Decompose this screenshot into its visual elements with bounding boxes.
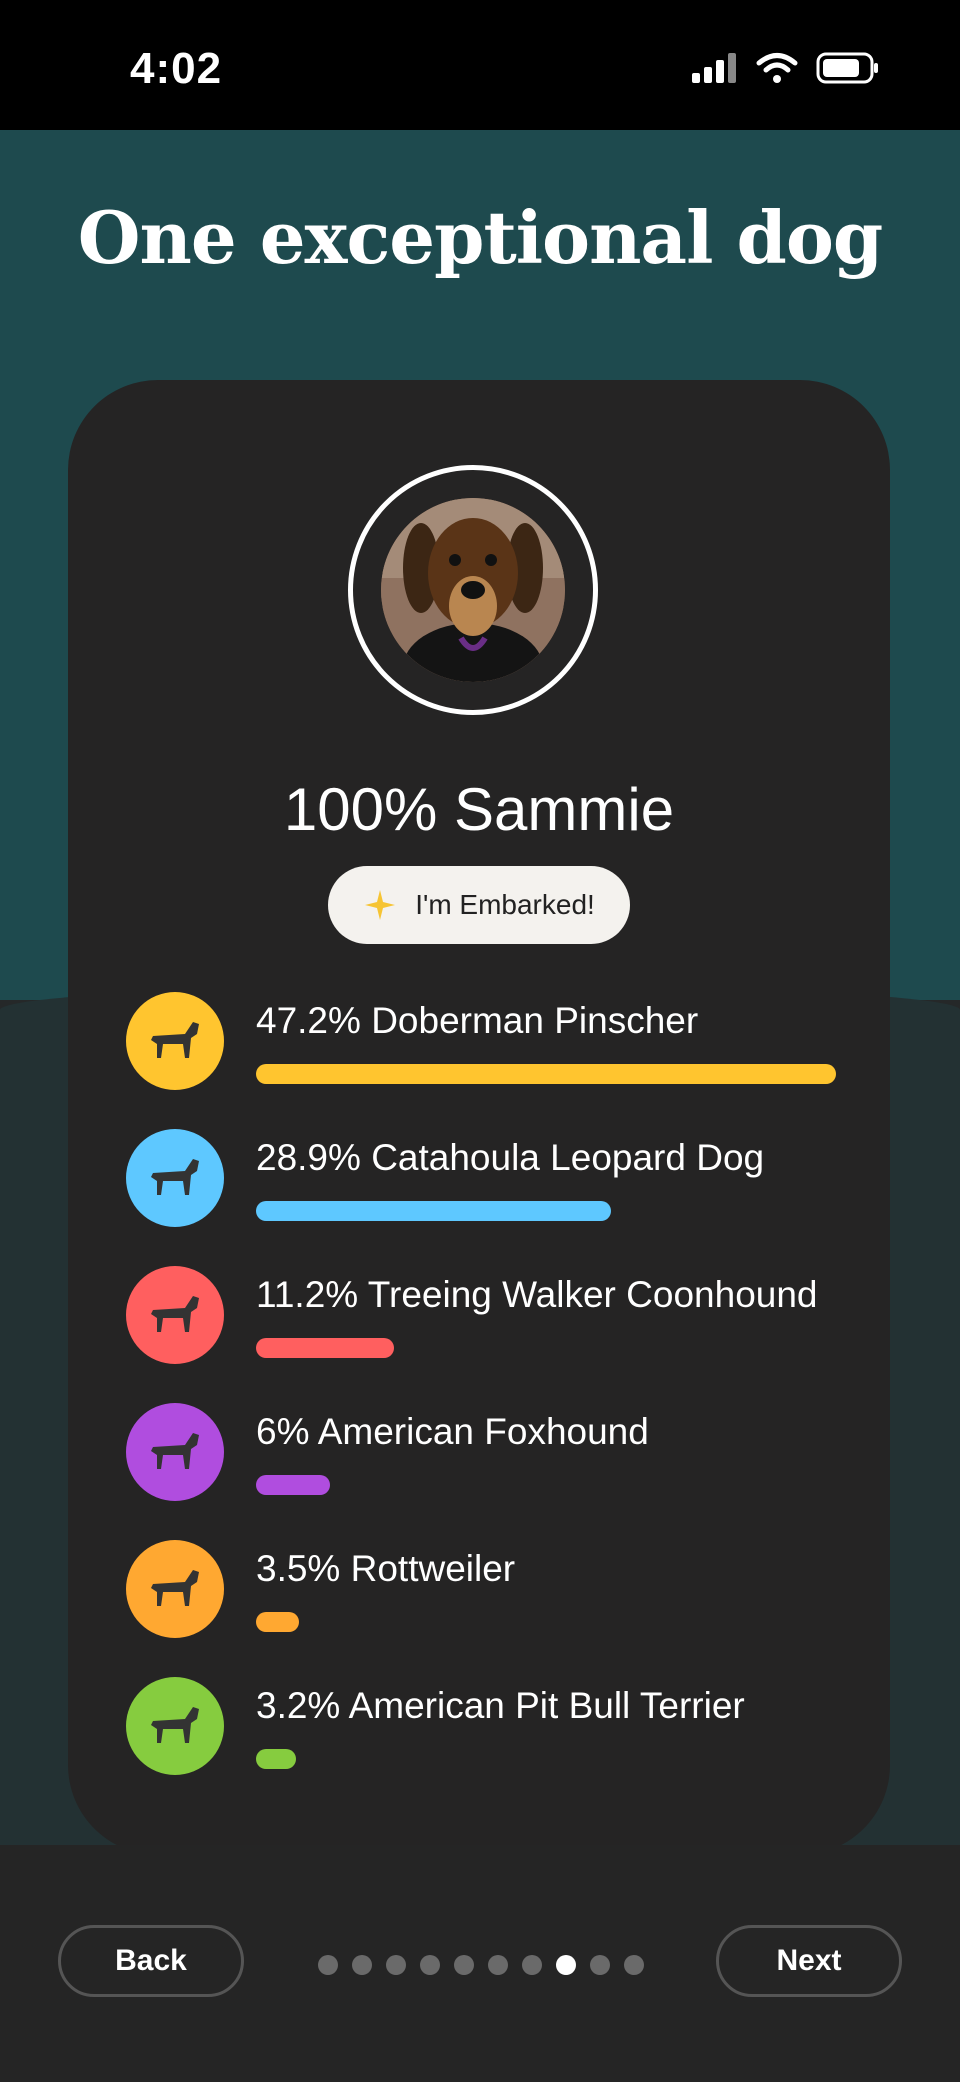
breed-icon xyxy=(126,1129,224,1227)
breed-label: 3.2% American Pit Bull Terrier xyxy=(256,1685,745,1726)
page-dot[interactable] xyxy=(522,1955,542,1975)
breed-row: 11.2% Treeing Walker Coonhound xyxy=(126,1266,846,1376)
breed-label: 11.2% Treeing Walker Coonhound xyxy=(256,1274,818,1315)
page-dot[interactable] xyxy=(420,1955,440,1975)
breed-percent-bar xyxy=(256,1475,330,1495)
breed-percent-bar xyxy=(256,1749,296,1769)
breed-row: 28.9% Catahoula Leopard Dog xyxy=(126,1129,846,1239)
page-dot[interactable] xyxy=(318,1955,338,1975)
breed-icon xyxy=(126,1266,224,1364)
signal-icon xyxy=(692,53,736,83)
breed-label: 3.5% Rottweiler xyxy=(256,1548,516,1589)
dog-silhouette-icon xyxy=(151,1022,199,1058)
breed-row: 3.2% American Pit Bull Terrier xyxy=(126,1677,846,1787)
page-title: One exceptional dog xyxy=(77,195,883,280)
bottom-nav: Back Next xyxy=(0,1845,960,2082)
breed-row: 6% American Foxhound xyxy=(126,1403,846,1513)
next-button[interactable]: Next xyxy=(716,1925,902,1997)
dog-silhouette-icon xyxy=(151,1296,199,1332)
status-time: 4:02 xyxy=(130,44,223,93)
breed-icon xyxy=(126,1403,224,1501)
page-dot[interactable] xyxy=(488,1955,508,1975)
dog-name: 100% Sammie xyxy=(283,776,675,843)
dog-silhouette-icon xyxy=(151,1707,199,1743)
breed-card: 100% Sammie I'm Embarked! 47.2% Doberman… xyxy=(68,380,890,1855)
dog-silhouette-icon xyxy=(151,1570,199,1606)
breed-row: 47.2% Doberman Pinscher xyxy=(126,992,846,1102)
breed-label: 47.2% Doberman Pinscher xyxy=(256,1000,699,1041)
badge-label: I'm Embarked! xyxy=(415,889,595,920)
dog-silhouette-icon xyxy=(151,1433,199,1469)
page-dot[interactable] xyxy=(386,1955,406,1975)
page-dot[interactable] xyxy=(590,1955,610,1975)
page-indicator xyxy=(318,1955,644,1975)
dog-silhouette-icon xyxy=(151,1159,199,1195)
breed-percent-bar xyxy=(256,1612,299,1632)
breed-row: 3.5% Rottweiler xyxy=(126,1540,846,1650)
status-bar: 4:02 xyxy=(0,0,960,130)
back-button[interactable]: Back xyxy=(58,1925,244,1997)
battery-icon xyxy=(816,52,878,84)
page-dot[interactable] xyxy=(352,1955,372,1975)
sparkle-icon xyxy=(365,890,396,920)
breed-label: 6% American Foxhound xyxy=(256,1411,649,1452)
page-dot[interactable] xyxy=(556,1955,576,1975)
breed-percent-bar xyxy=(256,1064,836,1084)
dog-avatar xyxy=(381,498,565,682)
breed-icon xyxy=(126,1540,224,1638)
embarked-badge[interactable]: I'm Embarked! xyxy=(328,866,630,944)
breed-label: 28.9% Catahoula Leopard Dog xyxy=(256,1137,765,1178)
breed-percent-bar xyxy=(256,1338,394,1358)
page-dot[interactable] xyxy=(624,1955,644,1975)
breed-percent-bar xyxy=(256,1201,612,1221)
dog-photo xyxy=(381,498,565,682)
breed-icon xyxy=(126,1677,224,1775)
avatar-ring xyxy=(348,465,598,715)
breed-icon xyxy=(126,992,224,1090)
status-icons xyxy=(692,52,880,84)
page-dot[interactable] xyxy=(454,1955,474,1975)
wifi-icon xyxy=(756,53,798,83)
